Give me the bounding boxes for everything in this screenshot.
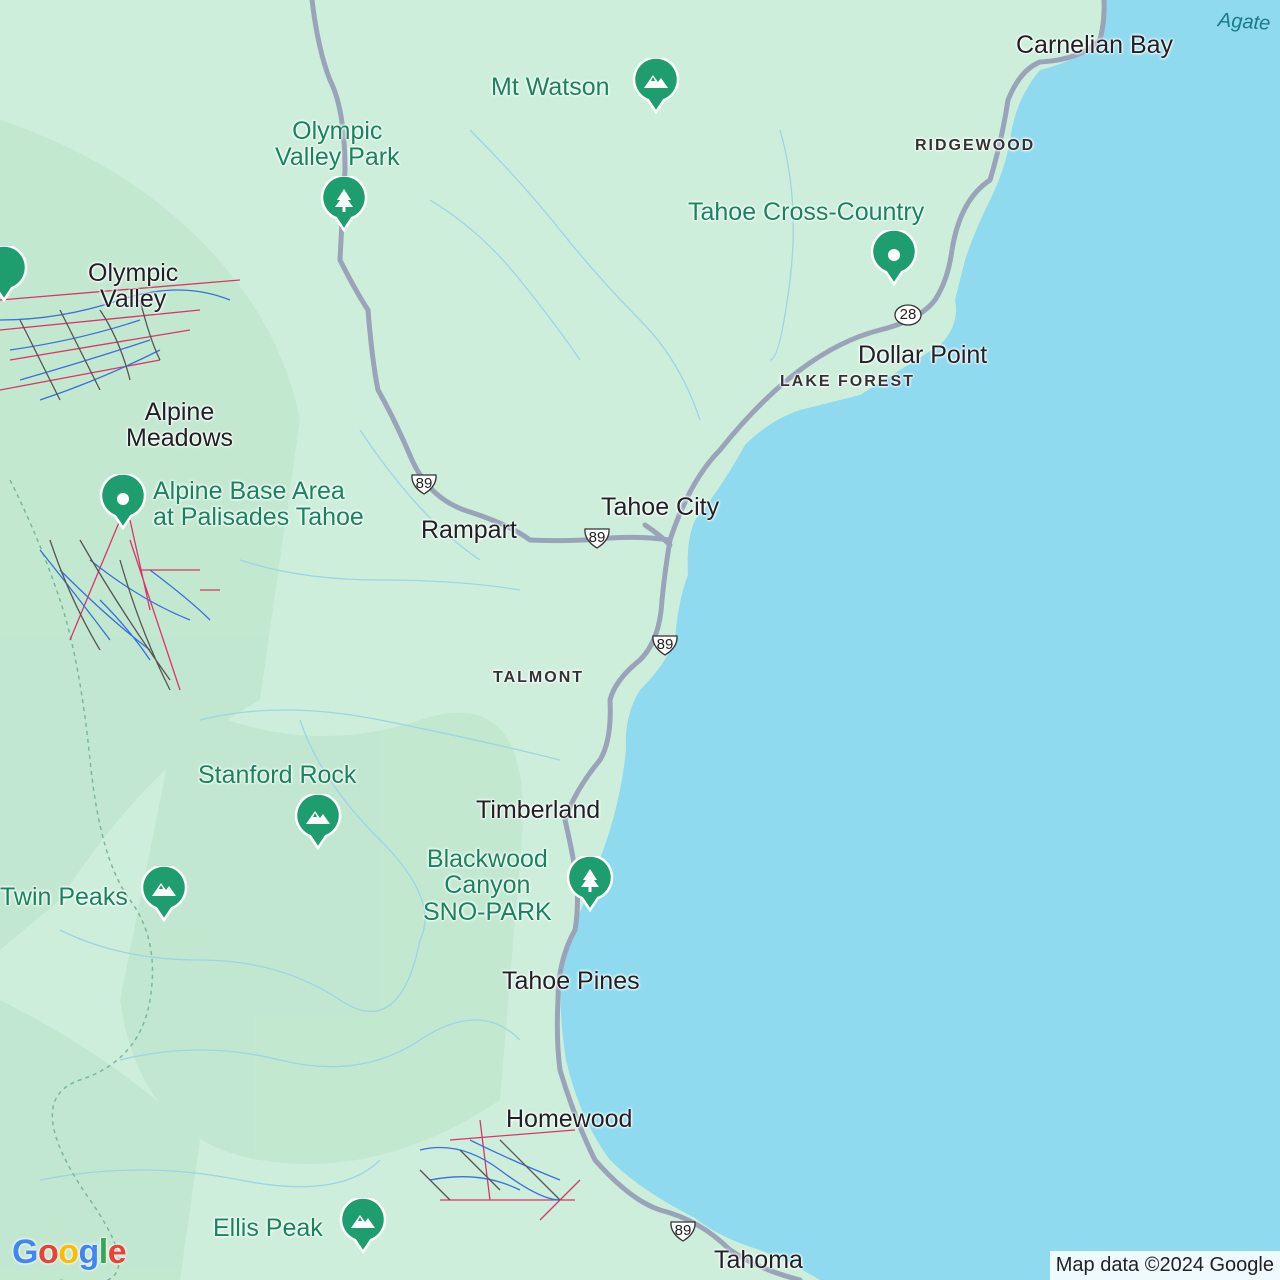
- place-tahoe-pines[interactable]: Tahoe Pines: [502, 968, 640, 995]
- poi-olympic-valley-park-label[interactable]: Olympic Valley Park: [275, 118, 400, 171]
- map-attribution[interactable]: Map data ©2024 Google: [1049, 1251, 1280, 1280]
- mountain-icon[interactable]: [339, 1196, 387, 1255]
- dot-icon[interactable]: [0, 244, 48, 303]
- water-label-agate: Agate: [1217, 9, 1272, 35]
- neighborhood-talmont: TALMONT: [493, 669, 585, 686]
- poi-alpine-base-area-label[interactable]: Alpine Base Area at Palisades Tahoe: [153, 478, 364, 531]
- map-canvas[interactable]: 89 89 89 89 28 Carnelian Bay Olympic Val…: [0, 0, 1280, 1280]
- place-homewood[interactable]: Homewood: [506, 1106, 632, 1133]
- tree-icon[interactable]: [320, 174, 368, 233]
- neighborhood-lake-forest: LAKE FOREST: [780, 373, 915, 390]
- route-89-shield: 89: [409, 472, 439, 496]
- poi-blackwood-canyon-label[interactable]: Blackwood Canyon SNO-PARK: [423, 846, 552, 925]
- mountain-icon[interactable]: [632, 56, 680, 115]
- place-timberland[interactable]: Timberland: [476, 797, 600, 824]
- route-89-shield: 89: [668, 1219, 698, 1243]
- route-89-shield: 89: [650, 633, 680, 657]
- tree-icon[interactable]: [566, 854, 614, 913]
- mountain-icon[interactable]: [140, 864, 188, 923]
- poi-stanford-rock-label[interactable]: Stanford Rock: [198, 762, 356, 789]
- dot-icon[interactable]: [870, 228, 918, 287]
- place-tahoe-city[interactable]: Tahoe City: [601, 494, 719, 521]
- dot-icon[interactable]: [99, 472, 147, 531]
- poi-twin-peaks-label[interactable]: Twin Peaks: [0, 884, 128, 911]
- place-dollar-point[interactable]: Dollar Point: [858, 342, 987, 369]
- mountain-icon[interactable]: [294, 792, 342, 851]
- route-89-label: 89: [656, 636, 674, 653]
- neighborhood-ridgewood: RIDGEWOOD: [915, 137, 1036, 154]
- route-89-shield: 89: [582, 526, 612, 550]
- place-olympic-valley[interactable]: Olympic Valley: [88, 260, 178, 313]
- poi-tahoe-cross-country-label[interactable]: Tahoe Cross-Country: [688, 199, 924, 226]
- poi-mt-watson-label[interactable]: Mt Watson: [491, 74, 610, 101]
- place-tahoma[interactable]: Tahoma: [714, 1247, 803, 1274]
- place-alpine-meadows[interactable]: Alpine Meadows: [126, 399, 233, 452]
- route-89-label: 89: [415, 475, 433, 492]
- google-logo: Google: [12, 1233, 127, 1271]
- route-28-label: 28: [899, 306, 917, 323]
- place-rampart[interactable]: Rampart: [421, 517, 517, 544]
- place-carnelian-bay[interactable]: Carnelian Bay: [1016, 32, 1173, 59]
- route-89-label: 89: [588, 529, 606, 546]
- map-base-layer: [0, 0, 1280, 1280]
- poi-ellis-peak-label[interactable]: Ellis Peak: [213, 1215, 323, 1242]
- route-89-label: 89: [674, 1222, 692, 1239]
- route-28-shield: 28: [893, 303, 923, 327]
